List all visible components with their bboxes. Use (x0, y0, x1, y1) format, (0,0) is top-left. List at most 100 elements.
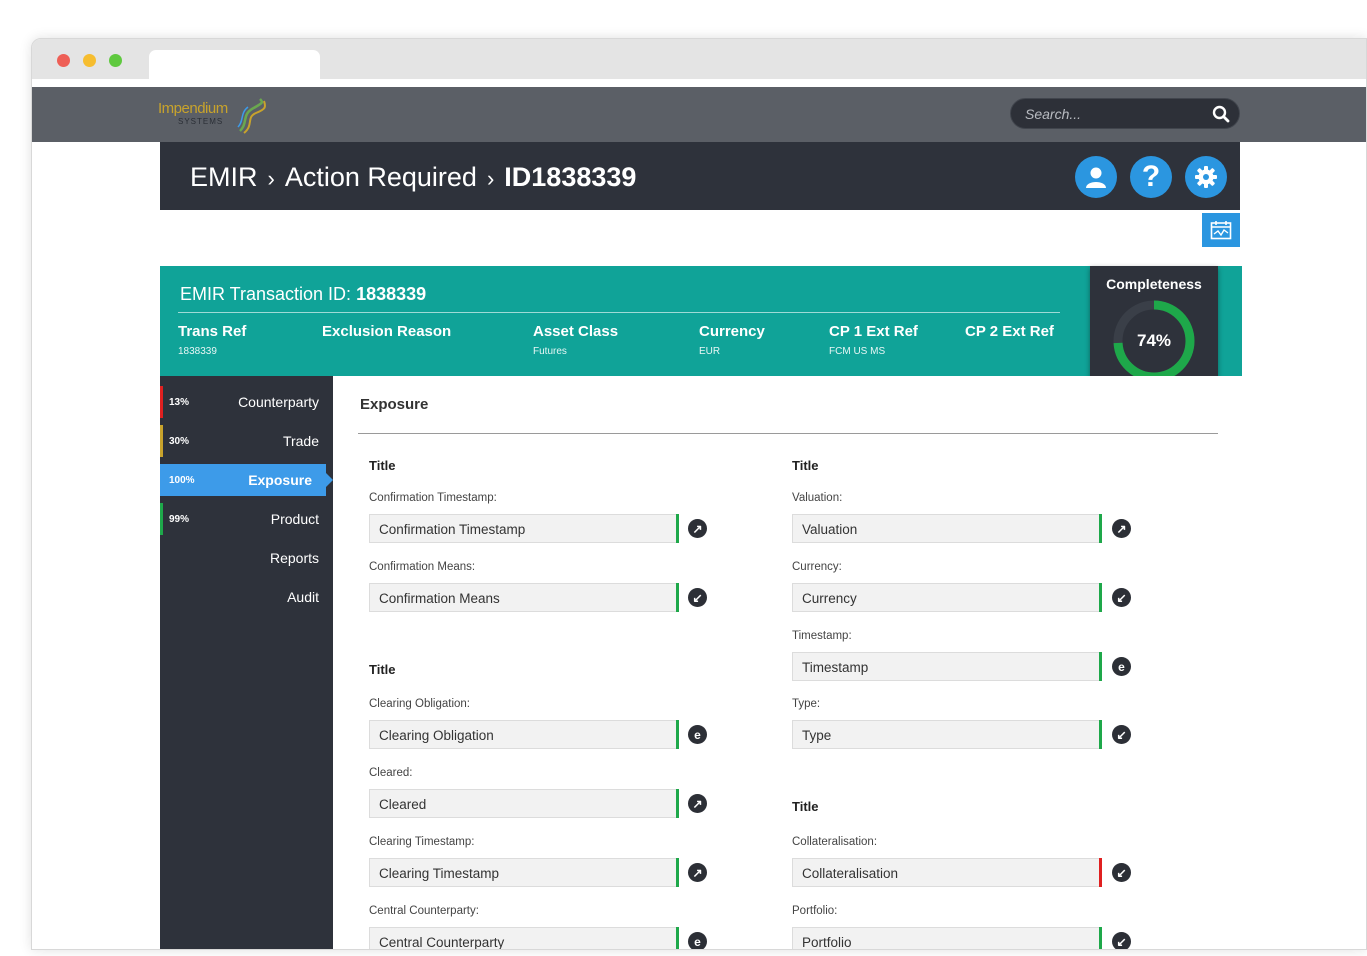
timestamp-field (792, 652, 1102, 681)
currency-field (792, 583, 1102, 612)
collateralisation-input[interactable] (802, 864, 1082, 882)
field-label: Confirmation Means: (369, 561, 476, 573)
sidebar-item-product[interactable]: 99% Product (160, 503, 333, 535)
transaction-title-prefix: EMIR Transaction ID: (180, 284, 352, 304)
cleared-input[interactable] (379, 795, 659, 813)
field-value: EUR (699, 346, 721, 357)
field-label: Currency: (792, 561, 842, 573)
clearing-obligation-field (369, 720, 679, 749)
field-cp2-ext-ref: CP 2 Ext Ref (965, 323, 1054, 346)
field-action-button[interactable]: e (1112, 657, 1131, 676)
maximize-window-button[interactable] (109, 54, 122, 67)
field-action-button[interactable]: ↙ (688, 588, 707, 607)
completeness-widget: Completeness 74% (1090, 266, 1218, 394)
central-counterparty-input[interactable] (379, 933, 659, 949)
sidebar: 13% Counterparty 30% Trade 100% Exposure… (160, 376, 333, 949)
field-action-button[interactable]: ↗ (688, 863, 707, 882)
user-button[interactable] (1075, 156, 1117, 198)
user-icon (1086, 167, 1106, 188)
field-action-button[interactable]: e (688, 932, 707, 949)
field-label: Collateralisation: (792, 836, 878, 848)
valuation-input[interactable] (802, 520, 1082, 538)
field-action-button[interactable]: e (688, 725, 707, 744)
type-field (792, 720, 1102, 749)
status-indicator (676, 514, 679, 543)
minimize-window-button[interactable] (83, 54, 96, 67)
timestamp-input[interactable] (802, 658, 1082, 676)
clearing-timestamp-field (369, 858, 679, 887)
browser-tab[interactable] (149, 50, 320, 79)
sidebar-item-label: Reports (269, 550, 319, 566)
arrow-down-left-icon: ↙ (692, 590, 703, 605)
status-indicator (1099, 858, 1102, 887)
settings-button[interactable] (1185, 156, 1227, 198)
status-bar (160, 464, 163, 496)
arrow-down-left-icon: ↙ (1116, 590, 1127, 605)
section-title: Exposure (360, 396, 429, 413)
status-bar (160, 425, 163, 457)
section-divider (358, 433, 1218, 434)
search-input[interactable] (1025, 105, 1205, 123)
status-indicator (1099, 652, 1102, 681)
field-action-button[interactable]: ↗ (688, 519, 707, 538)
portfolio-input[interactable] (802, 933, 1082, 949)
collateralisation-field (792, 858, 1102, 887)
sidebar-item-audit[interactable]: Audit (160, 581, 333, 613)
search-box (1010, 98, 1240, 129)
status-bar (160, 386, 163, 418)
gear-icon (1195, 166, 1217, 188)
main-content: Exposure Title Confirmation Timestamp: ↗… (333, 376, 1242, 949)
clearing-timestamp-input[interactable] (379, 864, 659, 882)
sidebar-item-counterparty[interactable]: 13% Counterparty (160, 386, 333, 418)
sidebar-item-trade[interactable]: 30% Trade (160, 425, 333, 457)
sidebar-item-reports[interactable]: Reports (160, 542, 333, 574)
group-title: Title (369, 458, 396, 473)
arrow-up-right-icon: ↗ (692, 865, 703, 880)
completeness-value: 74% (1136, 331, 1172, 350)
calendar-chart-button[interactable] (1202, 213, 1240, 247)
arrow-down-left-icon: ↙ (1116, 865, 1127, 880)
field-label: Type: (792, 698, 821, 710)
search-icon[interactable] (1212, 105, 1230, 123)
type-input[interactable] (802, 726, 1082, 744)
arrow-up-right-icon: ↗ (692, 521, 703, 536)
confirmation-timestamp-field (369, 514, 679, 543)
field-action-button[interactable]: ↙ (1112, 588, 1131, 607)
breadcrumb-current: ID1838339 (504, 162, 637, 192)
help-button[interactable]: ? (1130, 156, 1172, 198)
arrow-up-right-icon: ↗ (1116, 521, 1127, 536)
breadcrumb-item-emir[interactable]: EMIR (190, 162, 258, 192)
cleared-field (369, 789, 679, 818)
field-asset-class: Asset Class Futures (533, 323, 618, 357)
field-value: Futures (533, 346, 567, 357)
logo[interactable]: Impendium SYSTEMS (158, 97, 278, 135)
edit-icon: e (1118, 659, 1125, 674)
field-action-button[interactable]: ↙ (1112, 863, 1131, 882)
confirmation-means-input[interactable] (379, 589, 659, 607)
sidebar-item-percent: 99% (169, 514, 190, 525)
field-action-button[interactable]: ↙ (1112, 932, 1131, 949)
transaction-id: 1838339 (356, 284, 427, 304)
field-label: Portfolio: (792, 905, 838, 917)
sidebar-item-label: Exposure (248, 472, 312, 488)
logo-text: Impendium (158, 100, 228, 117)
confirmation-timestamp-input[interactable] (379, 520, 659, 538)
edit-icon: e (694, 727, 701, 742)
status-indicator (676, 583, 679, 612)
field-action-button[interactable]: ↙ (1112, 725, 1131, 744)
field-label: Clearing Timestamp: (369, 836, 475, 848)
clearing-obligation-input[interactable] (379, 726, 659, 744)
field-label: Confirmation Timestamp: (369, 492, 497, 504)
field-action-button[interactable]: ↗ (688, 794, 707, 813)
field-action-button[interactable]: ↗ (1112, 519, 1131, 538)
sidebar-item-exposure[interactable]: 100% Exposure (160, 464, 333, 496)
currency-input[interactable] (802, 589, 1082, 607)
sidebar-item-percent: 13% (169, 397, 190, 408)
field-label: Currency (699, 323, 765, 340)
breadcrumb-item-action-required[interactable]: Action Required (285, 162, 477, 192)
field-label: Trans Ref (178, 323, 247, 340)
top-bar: Impendium SYSTEMS (32, 87, 1366, 142)
status-indicator (1099, 927, 1102, 949)
close-window-button[interactable] (57, 54, 70, 67)
central-counterparty-field (369, 927, 679, 949)
